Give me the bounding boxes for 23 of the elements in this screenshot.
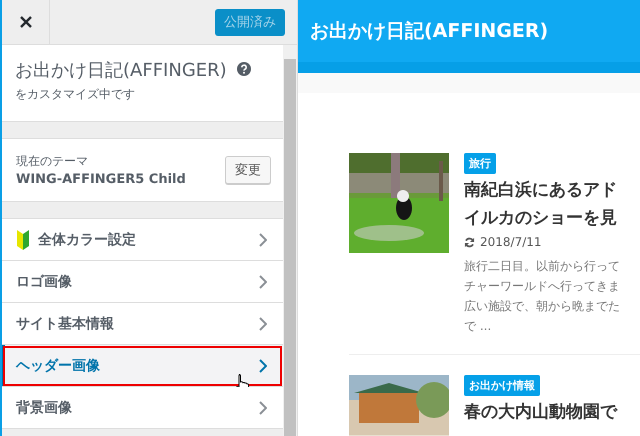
- menu-item[interactable]: ロゴ画像: [2, 261, 283, 303]
- chevron-icon: [259, 316, 267, 330]
- chevron-icon: [259, 274, 267, 288]
- theme-name: WING-AFFINGER5 Child: [16, 172, 187, 187]
- chevron-icon: [259, 400, 267, 414]
- theme-label: 現在のテーマ: [16, 153, 89, 170]
- menu-item[interactable]: 背景画像: [2, 387, 283, 429]
- post-title[interactable]: 南紀白浜にあるアド イルカのショーを見: [464, 176, 617, 232]
- refresh-icon: [464, 236, 475, 248]
- menu-item[interactable]: サイト基本情報: [2, 303, 283, 345]
- menu-item[interactable]: 全体カラー設定: [2, 219, 283, 261]
- close-icon: [20, 16, 32, 28]
- help-icon[interactable]: [236, 62, 251, 76]
- post-title[interactable]: 春の大内山動物園で: [464, 398, 617, 426]
- site-title: お出かけ日記(AFFINGER): [15, 59, 227, 83]
- subtitle: をカスタマイズ中です: [15, 86, 136, 103]
- post-date: 2018/7/11: [480, 235, 542, 249]
- chevron-icon: [259, 358, 267, 372]
- change-button[interactable]: 変更: [225, 156, 271, 184]
- beginner-mark-icon: [16, 228, 30, 250]
- menu-item[interactable]: ヘッダー画像: [2, 345, 283, 387]
- post-excerpt: 旅行二日目。以前から行って チャーワールドへ行ってきま 広い施設で、朝から晩までた で ...: [464, 258, 620, 335]
- chevron-icon: [259, 232, 267, 246]
